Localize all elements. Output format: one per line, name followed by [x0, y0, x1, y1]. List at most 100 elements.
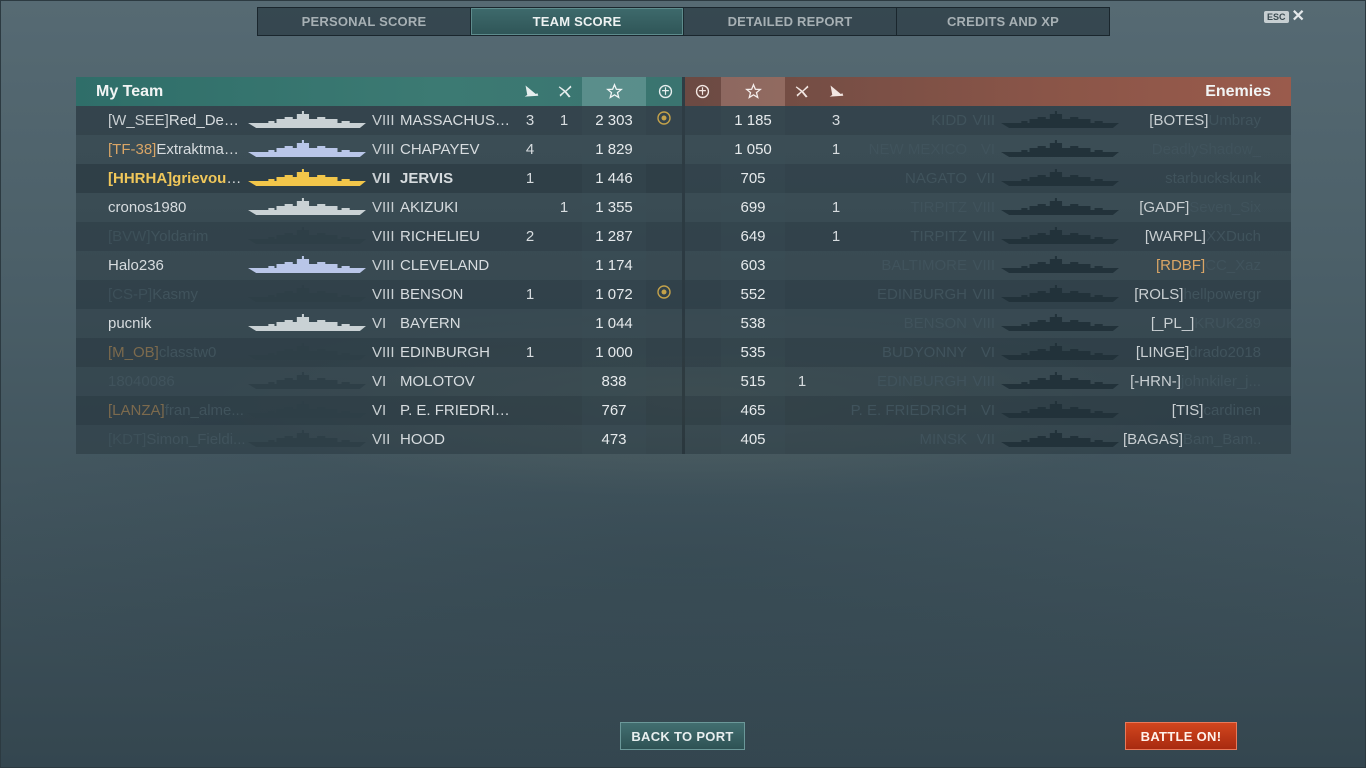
table-row[interactable]: [CS-P]Kasmy VIII BENSON 1 1 072: [76, 280, 682, 309]
clan-tag: [LANZA]: [108, 402, 165, 419]
score-value: 649: [740, 228, 766, 245]
tab-detailed-report[interactable]: DETAILED REPORT: [684, 8, 897, 35]
table-row[interactable]: pucnik VI BAYERN 1 044: [76, 309, 682, 338]
player-name: Halo236: [108, 257, 164, 274]
player-name: pucnik: [108, 315, 152, 332]
ship-tier: VI: [980, 344, 995, 361]
player-name: starbuckskunk: [1165, 170, 1261, 187]
battle-on-button[interactable]: BATTLE ON!: [1125, 722, 1237, 750]
table-row[interactable]: [HHRHA]grievous19... VII JERVIS 1 1 446: [76, 164, 682, 193]
ship-name: CLEVELAND: [400, 257, 490, 274]
ship-tier: VII: [372, 170, 391, 187]
ship-kill-icon: [821, 77, 851, 106]
ship-silhouette-icon: [999, 197, 1121, 217]
table-row[interactable]: [M_OB]classtw0 VIII EDINBURGH 1 1 000: [76, 338, 682, 367]
ship-tier: VI: [372, 402, 387, 419]
table-row[interactable]: [KDT]Simon_Fieldi... VII HOOD 473: [76, 425, 682, 454]
planes-count: [787, 164, 817, 193]
ship-silhouette-icon: [999, 313, 1121, 333]
table-row[interactable]: 699 1 TIRPITZ VIII [GADF]Seven_Six: [685, 193, 1291, 222]
score-value: 1 174: [595, 257, 633, 274]
achievement-cell: [650, 367, 678, 396]
achievement-medal-icon: [650, 77, 680, 106]
clan-tag: [BAGAS]: [1123, 431, 1184, 448]
player-name-cell: cronos1980: [108, 193, 246, 222]
back-to-port-button[interactable]: BACK TO PORT: [620, 722, 745, 750]
achievement-cell: [687, 396, 715, 425]
clan-tag: [W_SEE]: [108, 112, 169, 129]
player-name: Kasmy: [152, 286, 199, 303]
table-row[interactable]: 465 P. E. FRIEDRICH VI [TIS]cardinen: [685, 396, 1291, 425]
close-control[interactable]: ESC ✕: [1264, 9, 1305, 25]
table-row[interactable]: 515 1 EDINBURGH VIII [-HRN-]johnkiler_j...: [685, 367, 1291, 396]
table-row[interactable]: cronos1980 VIII AKIZUKI 1 1 355: [76, 193, 682, 222]
player-name: grievous19...: [172, 170, 246, 187]
achievement-cell: [687, 367, 715, 396]
table-row[interactable]: 18040086 VI MOLOTOV 838: [76, 367, 682, 396]
ship-silhouette-icon: [246, 139, 368, 159]
ship-tier: VII: [976, 170, 995, 187]
ship-name: MINSK: [919, 431, 967, 448]
ship-name: KIDD: [931, 112, 967, 129]
kills-count: [516, 367, 544, 396]
tab-credits-and-xp[interactable]: CREDITS AND XP: [897, 8, 1109, 35]
planes-count: [550, 222, 578, 251]
achievement-cell: [650, 106, 678, 135]
table-row[interactable]: [W_SEE]Red_Devil... VIII MASSACHUSE... 3 1 2 …: [76, 106, 682, 135]
tab-personal-score[interactable]: PERSONAL SCORE: [258, 8, 471, 35]
planes-count: [787, 309, 817, 338]
achievement-cell: [650, 309, 678, 338]
player-name-cell: [LINGE]drado2018: [1123, 338, 1261, 367]
table-row[interactable]: 603 BALTIMORE VIII [RDBF]CC_Xaz: [685, 251, 1291, 280]
kills-count: 1: [525, 344, 535, 361]
player-name-cell: pucnik: [108, 309, 246, 338]
table-row[interactable]: Halo236 VIII CLEVELAND 1 174: [76, 251, 682, 280]
ship-silhouette-icon: [246, 226, 368, 246]
ship-silhouette-icon: [246, 110, 368, 130]
table-row[interactable]: [BVW]Yoldarim VIII RICHELIEU 2 1 287: [76, 222, 682, 251]
score-value: 1 044: [595, 315, 633, 332]
table-row[interactable]: 649 1 TIRPITZ VIII [WARPL]XXDuch: [685, 222, 1291, 251]
ship-name: EDINBURGH: [876, 286, 967, 303]
ship-silhouette-icon: [246, 313, 368, 333]
table-row[interactable]: 405 MINSK VII [BAGAS]Bam_Bam...: [685, 425, 1291, 454]
clan-tag: [RDBF]: [1155, 257, 1206, 274]
score-value: 1 446: [595, 170, 633, 187]
player-name: XXDuch: [1205, 228, 1261, 245]
table-row[interactable]: [TF-38]Extraktmazl... VIII CHAPAYEV 4 1 829: [76, 135, 682, 164]
table-row[interactable]: 552 EDINBURGH VIII [ROLS]hellpowergr: [685, 280, 1291, 309]
table-row[interactable]: 1 185 3 KIDD VIII [BOTES]Umbray: [685, 106, 1291, 135]
table-row[interactable]: [LANZA]fran_alme... VI P. E. FRIEDRICH 767: [76, 396, 682, 425]
player-name-cell: [BVW]Yoldarim: [108, 222, 246, 251]
table-row[interactable]: 1 050 1 NEW MEXICO VI DeadlyShadow_: [685, 135, 1291, 164]
kills-count: [516, 425, 544, 454]
score-value: 2 303: [595, 112, 633, 129]
player-name-cell: [CS-P]Kasmy: [108, 280, 246, 309]
table-row[interactable]: 538 BENSON VIII [_PL_]KRUK289: [685, 309, 1291, 338]
player-name: KRUK289: [1194, 315, 1261, 332]
player-name-cell: [RDBF]CC_Xaz: [1123, 251, 1261, 280]
kills-count: 2: [525, 228, 535, 245]
achievement-cell: [687, 251, 715, 280]
tab-team-score[interactable]: TEAM SCORE: [471, 8, 684, 35]
clan-tag: [TF-38]: [108, 141, 157, 158]
ship-tier: VIII: [372, 257, 395, 274]
clan-tag: [WARPL]: [1144, 228, 1206, 245]
kills-count: 3: [525, 112, 535, 129]
close-icon[interactable]: ✕: [1292, 9, 1305, 25]
table-row[interactable]: 535 BUDYONNY VI [LINGE]drado2018: [685, 338, 1291, 367]
clan-tag: [HHRHA]: [108, 170, 173, 187]
my-team-panel: My Team [W_SEE]Red_Devil... VIII MASSACHUS…: [76, 77, 682, 454]
planes-count: [787, 425, 817, 454]
player-name: Red_Devil...: [168, 112, 246, 129]
player-name-cell: [_PL_]KRUK289: [1123, 309, 1261, 338]
player-name-cell: [HHRHA]grievous19...: [108, 164, 246, 193]
table-row[interactable]: 705 NAGATO VII starbuckskunk: [685, 164, 1291, 193]
ship-silhouette-icon: [246, 168, 368, 188]
my-team-rows: [W_SEE]Red_Devil... VIII MASSACHUSE... 3 1 2 …: [76, 106, 682, 454]
ship-name: MOLOTOV: [400, 373, 475, 390]
player-name-cell: [TIS]cardinen: [1123, 396, 1261, 425]
planes-count: [787, 106, 817, 135]
plane-kill-icon: [787, 77, 817, 106]
score-value: 552: [740, 286, 766, 303]
